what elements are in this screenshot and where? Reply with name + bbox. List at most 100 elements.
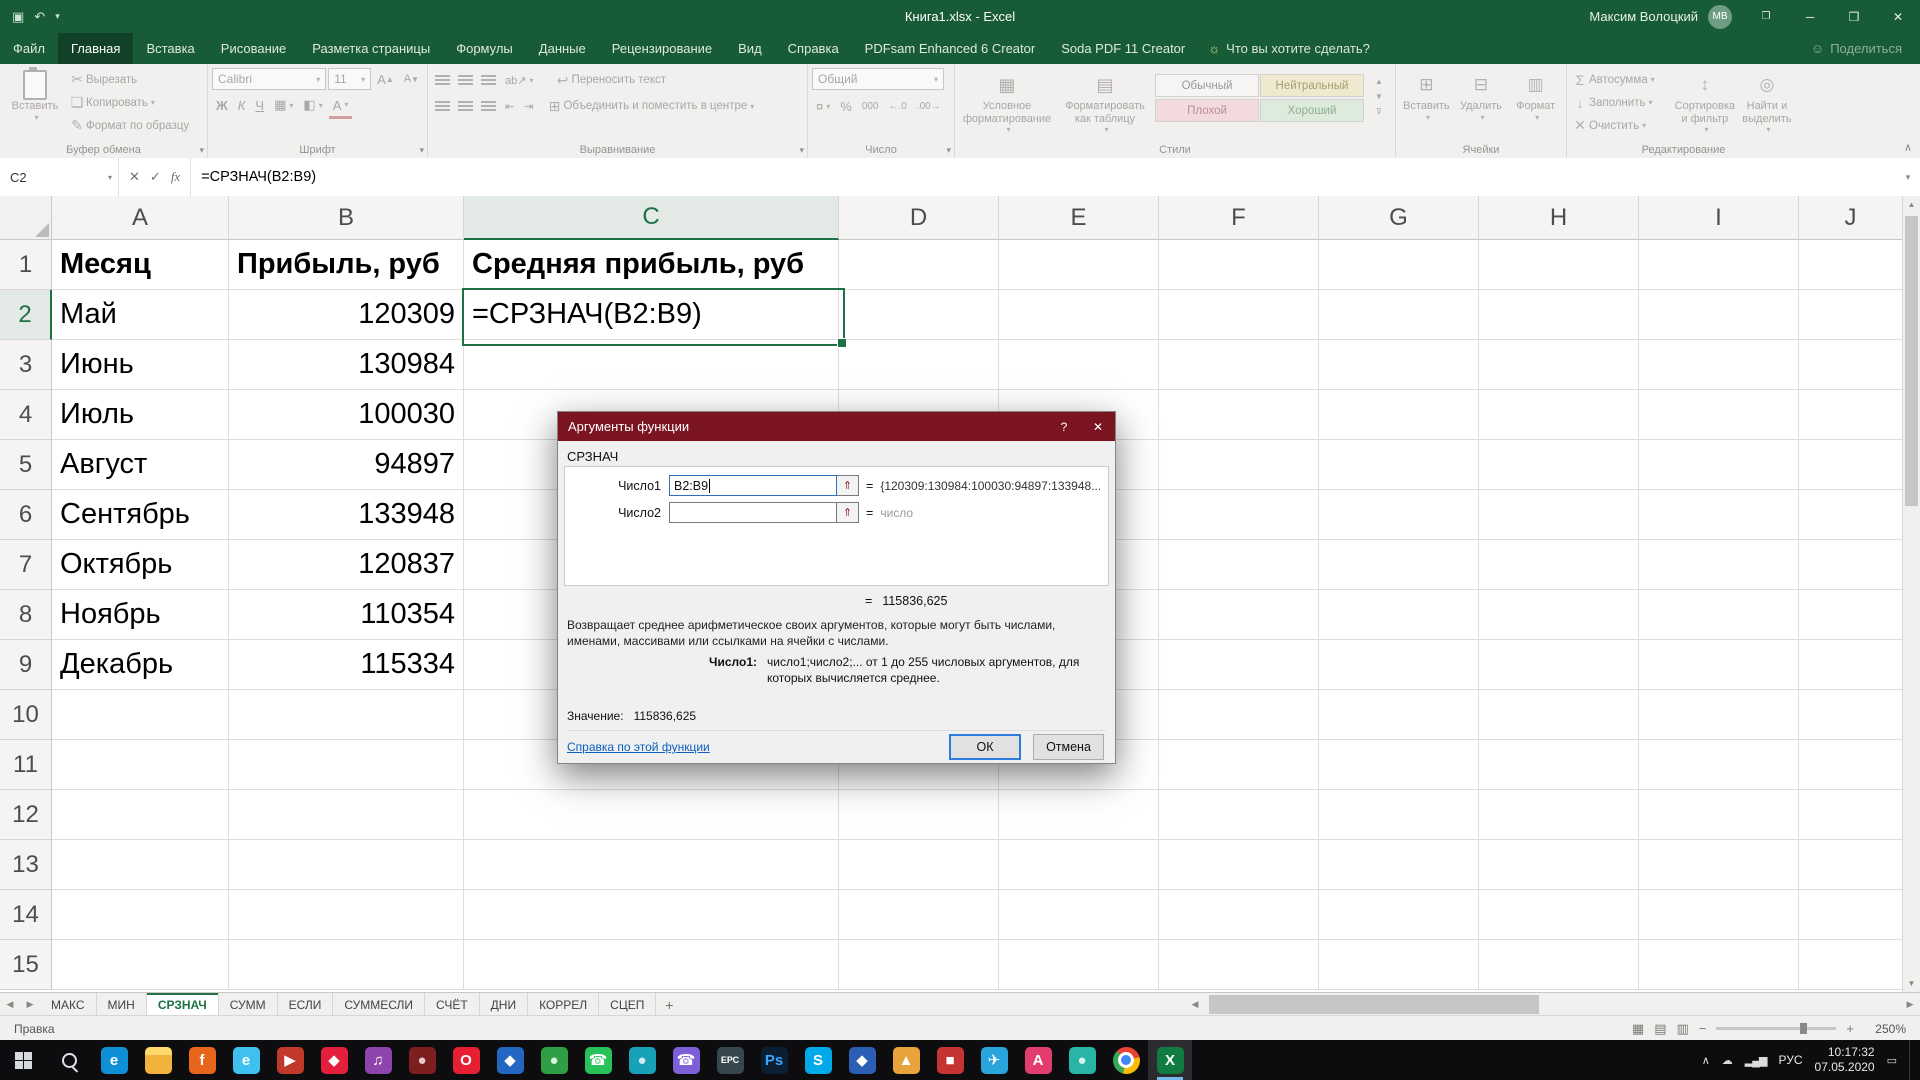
taskbar-app-app-green[interactable]: ● (532, 1040, 576, 1080)
taskbar-app-firefox[interactable]: f (180, 1040, 224, 1080)
taskbar-app-media-player[interactable]: ▶ (268, 1040, 312, 1080)
horizontal-scroll-thumb[interactable] (1209, 995, 1539, 1014)
cell-A9[interactable]: Декабрь (52, 640, 229, 690)
clock[interactable]: 10:17:32 07.05.2020 (1815, 1045, 1875, 1075)
row-header-8[interactable]: 8 (0, 590, 52, 640)
ribbon-tab-Справка[interactable]: Справка (775, 33, 852, 64)
cell-I4[interactable] (1639, 390, 1799, 440)
taskbar-search-button[interactable] (46, 1040, 92, 1080)
cell-B5[interactable]: 94897 (229, 440, 464, 490)
cell-C3[interactable] (464, 340, 839, 390)
taskbar-app-edge[interactable]: e (92, 1040, 136, 1080)
cell-F3[interactable] (1159, 340, 1319, 390)
gallery-up-icon[interactable]: ▲ (1371, 74, 1387, 89)
comma-style-icon[interactable]: 000 (858, 95, 883, 117)
cell-F9[interactable] (1159, 640, 1319, 690)
cell-H8[interactable] (1479, 590, 1639, 640)
cell-B13[interactable] (229, 840, 464, 890)
cell-A1[interactable]: Месяц (52, 240, 229, 290)
vertical-scroll-thumb[interactable] (1905, 216, 1918, 506)
row-header-14[interactable]: 14 (0, 890, 52, 940)
cell-J6[interactable] (1799, 490, 1903, 540)
taskbar-app-excel[interactable]: X (1148, 1040, 1192, 1080)
cell-H6[interactable] (1479, 490, 1639, 540)
sheet-tab-СУММ[interactable]: СУММ (219, 993, 278, 1016)
cell-I9[interactable] (1639, 640, 1799, 690)
cell-B10[interactable] (229, 690, 464, 740)
cell-D13[interactable] (839, 840, 999, 890)
format-painter-button[interactable]: ✎ Формат по образцу (68, 114, 189, 137)
decrease-decimal-icon[interactable]: .00→ (913, 95, 945, 117)
dialog-title-bar[interactable]: Аргументы функции ? ✕ (558, 412, 1115, 441)
row-header-10[interactable]: 10 (0, 690, 52, 740)
cell-D2[interactable] (839, 290, 999, 340)
select-all-corner[interactable] (0, 196, 52, 240)
sheet-tab-СЦЕП[interactable]: СЦЕП (599, 993, 657, 1016)
collapse-ribbon-icon[interactable]: ∧ (1904, 141, 1912, 154)
show-desktop-button[interactable] (1909, 1040, 1916, 1080)
decrease-indent-icon[interactable]: ⇤ (501, 95, 518, 117)
merge-center-button[interactable]: ⊞ Объединить и поместить в центре ▾ (545, 95, 755, 118)
cell-I13[interactable] (1639, 840, 1799, 890)
alignment-dialog-launcher-icon[interactable]: ▾ (799, 145, 804, 156)
row-header-5[interactable]: 5 (0, 440, 52, 490)
cell-H1[interactable] (1479, 240, 1639, 290)
row-header-9[interactable]: 9 (0, 640, 52, 690)
align-center-icon[interactable] (458, 101, 473, 111)
cell-C1[interactable]: Средняя прибыль, руб (464, 240, 839, 290)
sheet-prev-icon[interactable]: ◀ (0, 993, 20, 1016)
cell-G15[interactable] (1319, 940, 1479, 990)
undo-icon[interactable]: ↶ (34, 9, 45, 25)
share-button[interactable]: ☺ Поделиться (1811, 33, 1920, 64)
format-cells-button[interactable]: ▥ Формат ▾ (1509, 68, 1562, 122)
cell-B11[interactable] (229, 740, 464, 790)
row-header-15[interactable]: 15 (0, 940, 52, 990)
taskbar-app-opera[interactable]: O (444, 1040, 488, 1080)
percent-style-icon[interactable]: % (836, 95, 856, 117)
taskbar-app-opera-gx[interactable]: ◆ (312, 1040, 356, 1080)
start-button[interactable] (0, 1040, 46, 1080)
view-normal-icon[interactable]: ▦ (1632, 1021, 1644, 1037)
taskbar-app-app-blue[interactable]: ◆ (488, 1040, 532, 1080)
sheet-tab-СРЗНАЧ[interactable]: СРЗНАЧ (146, 993, 219, 1016)
zoom-slider[interactable] (1716, 1023, 1837, 1034)
align-top-icon[interactable] (435, 75, 450, 85)
cell-H4[interactable] (1479, 390, 1639, 440)
taskbar-app-app-teal[interactable]: ● (620, 1040, 664, 1080)
taskbar-app-skype[interactable]: S (796, 1040, 840, 1080)
conditional-formatting-button[interactable]: ▦ Условное форматирование ▾ (959, 68, 1055, 135)
cell-E12[interactable] (999, 790, 1159, 840)
cut-button[interactable]: ✂ Вырезать (68, 68, 189, 91)
increase-font-icon[interactable]: А ▲ (373, 68, 398, 90)
cell-style-Обычный[interactable]: Обычный (1155, 74, 1259, 97)
cell-style-Хороший[interactable]: Хороший (1260, 99, 1364, 122)
zoom-out-icon[interactable]: − (1699, 1021, 1707, 1036)
cell-E13[interactable] (999, 840, 1159, 890)
cell-B8[interactable]: 110354 (229, 590, 464, 640)
taskbar-app-file-explorer[interactable] (136, 1040, 180, 1080)
taskbar-app-app-darkred[interactable]: ● (400, 1040, 444, 1080)
cell-F11[interactable] (1159, 740, 1319, 790)
row-header-6[interactable]: 6 (0, 490, 52, 540)
sheet-tab-КОРРЕЛ[interactable]: КОРРЕЛ (528, 993, 600, 1016)
sheet-tab-СЧЁТ[interactable]: СЧЁТ (425, 993, 480, 1016)
copy-button[interactable]: ❏ Копировать ▾ (68, 91, 189, 114)
delete-cells-button[interactable]: ⊟ Удалить ▾ (1455, 68, 1508, 122)
column-header-D[interactable]: D (839, 196, 999, 240)
cell-style-Нейтральный[interactable]: Нейтральный (1260, 74, 1364, 97)
cell-C12[interactable] (464, 790, 839, 840)
cell-J1[interactable] (1799, 240, 1903, 290)
cell-B15[interactable] (229, 940, 464, 990)
cell-F12[interactable] (1159, 790, 1319, 840)
cell-D1[interactable] (839, 240, 999, 290)
number-format-combo[interactable]: Общий ▾ (812, 68, 944, 90)
italic-button[interactable]: К (234, 94, 250, 116)
arg1-input[interactable]: B2:B9 (669, 475, 837, 496)
cell-style-Плохой[interactable]: Плохой (1155, 99, 1259, 122)
taskbar-app-telegram[interactable]: ✈ (972, 1040, 1016, 1080)
cell-E2[interactable] (999, 290, 1159, 340)
cell-F4[interactable] (1159, 390, 1319, 440)
ribbon-tab-Вид[interactable]: Вид (725, 33, 775, 64)
scroll-down-icon[interactable]: ▼ (1903, 975, 1920, 992)
column-header-F[interactable]: F (1159, 196, 1319, 240)
